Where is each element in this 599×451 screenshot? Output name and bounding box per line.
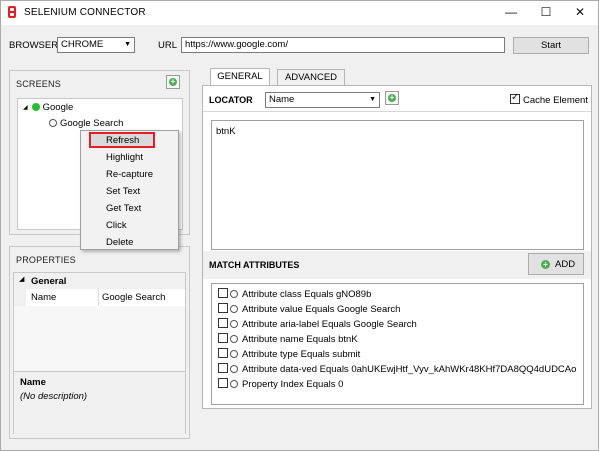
divider bbox=[203, 111, 591, 112]
add-attribute-label: ADD bbox=[555, 259, 576, 270]
radio-icon[interactable] bbox=[230, 380, 238, 388]
properties-panel: PROPERTIES ◢ General Name Google Search … bbox=[9, 246, 190, 439]
tree-item-google[interactable]: ◢ Google bbox=[23, 102, 73, 113]
props-row-margin bbox=[14, 289, 26, 306]
locator-type-select[interactable]: Name ▼ bbox=[265, 92, 380, 108]
window-title: SELENIUM CONNECTOR bbox=[24, 7, 146, 18]
properties-grid: ◢ General Name Google Search Name (No de… bbox=[13, 272, 186, 434]
menu-item-recapture[interactable]: Re-capture bbox=[106, 169, 153, 180]
attribute-text: Attribute class Equals gNO89b bbox=[242, 289, 372, 300]
props-row-name: Name bbox=[31, 292, 57, 303]
match-attributes-list: Attribute class Equals gNO89b Attribute … bbox=[211, 283, 584, 405]
tree-item-google-label: Google bbox=[42, 102, 74, 113]
tab-page-general: LOCATOR Name ▼ + Cache Element btnK MATC… bbox=[202, 85, 592, 409]
description-title: Name bbox=[20, 377, 46, 388]
cache-element-label: Cache Element bbox=[523, 95, 588, 106]
locator-value-textarea[interactable]: btnK bbox=[211, 120, 584, 250]
attribute-text: Attribute type Equals submit bbox=[242, 349, 361, 360]
menu-item-highlight[interactable]: Highlight bbox=[106, 152, 143, 163]
menu-item-get-text[interactable]: Get Text bbox=[106, 203, 141, 214]
menu-item-set-text[interactable]: Set Text bbox=[106, 186, 140, 197]
checkbox-icon[interactable] bbox=[218, 333, 228, 343]
url-input[interactable]: https://www.google.com/ bbox=[181, 37, 505, 53]
props-divider bbox=[98, 289, 99, 306]
start-button[interactable]: Start bbox=[513, 37, 589, 54]
add-icon: + bbox=[388, 93, 396, 102]
description-text: (No description) bbox=[20, 391, 88, 402]
checkbox-icon[interactable] bbox=[218, 348, 228, 358]
checkbox-icon[interactable] bbox=[218, 288, 228, 298]
properties-header: PROPERTIES bbox=[16, 255, 76, 265]
list-item[interactable]: Attribute data-ved Equals 0ahUKEwjHtf_Vy… bbox=[218, 363, 576, 375]
chevron-down-icon: ▼ bbox=[124, 41, 131, 48]
url-label: URL bbox=[158, 40, 178, 51]
expand-arrow-icon[interactable]: ◢ bbox=[23, 104, 28, 111]
radio-icon[interactable] bbox=[230, 305, 238, 313]
props-section-label: General bbox=[31, 276, 67, 287]
cache-element-checkbox[interactable]: Cache Element bbox=[510, 92, 588, 106]
checkbox-icon[interactable] bbox=[218, 378, 228, 388]
list-item[interactable]: Attribute value Equals Google Search bbox=[218, 303, 400, 315]
minimize-icon[interactable]: — bbox=[496, 1, 526, 23]
add-icon: + bbox=[541, 260, 550, 269]
tree-item-google-search[interactable]: Google Search bbox=[49, 118, 123, 129]
radio-icon[interactable] bbox=[230, 335, 238, 343]
browser-select-value: CHROME bbox=[61, 39, 104, 50]
app-window: SELENIUM CONNECTOR — ☐ ✕ BROWSER CHROME … bbox=[0, 0, 599, 451]
add-screen-button[interactable]: + bbox=[166, 75, 180, 89]
match-attributes-header-bar: MATCH ATTRIBUTES + ADD bbox=[203, 251, 591, 279]
status-dot-icon bbox=[31, 103, 40, 111]
context-menu: Refresh Highlight Re-capture Set Text Ge… bbox=[80, 130, 179, 250]
add-attribute-button[interactable]: + ADD bbox=[528, 253, 584, 275]
locator-label: LOCATOR bbox=[209, 95, 253, 105]
locator-value-text: btnK bbox=[216, 126, 236, 137]
menu-item-refresh[interactable]: Refresh bbox=[106, 135, 139, 146]
props-row[interactable]: Name Google Search bbox=[14, 289, 185, 306]
attribute-text: Attribute name Equals btnK bbox=[242, 334, 358, 345]
props-section-general[interactable]: ◢ General bbox=[14, 273, 185, 289]
list-item[interactable]: Property Index Equals 0 bbox=[218, 378, 343, 390]
description-area: Name (No description) bbox=[14, 372, 185, 434]
browser-label: BROWSER bbox=[9, 40, 59, 51]
add-locator-button[interactable]: + bbox=[385, 91, 399, 105]
add-icon: + bbox=[169, 77, 177, 86]
radio-icon[interactable] bbox=[230, 290, 238, 298]
maximize-icon[interactable]: ☐ bbox=[531, 1, 561, 23]
chevron-down-icon: ▼ bbox=[369, 96, 376, 103]
match-attributes-header: MATCH ATTRIBUTES bbox=[209, 260, 300, 270]
tree-item-google-search-label: Google Search bbox=[60, 118, 124, 129]
menu-item-click[interactable]: Click bbox=[106, 220, 127, 231]
tab-general[interactable]: GENERAL bbox=[210, 68, 270, 85]
attribute-text: Property Index Equals 0 bbox=[242, 379, 344, 390]
radio-icon bbox=[49, 119, 57, 127]
checkbox-icon[interactable] bbox=[218, 303, 228, 313]
props-empty-area bbox=[14, 306, 185, 371]
radio-icon[interactable] bbox=[230, 320, 238, 328]
tab-advanced[interactable]: ADVANCED bbox=[277, 69, 345, 85]
attribute-text: Attribute value Equals Google Search bbox=[242, 304, 401, 315]
attribute-text: Attribute aria-label Equals Google Searc… bbox=[242, 319, 417, 330]
browser-select[interactable]: CHROME ▼ bbox=[57, 37, 135, 53]
list-item[interactable]: Attribute class Equals gNO89b bbox=[218, 288, 371, 300]
collapse-arrow-icon[interactable]: ◢ bbox=[19, 275, 24, 283]
list-item[interactable]: Attribute aria-label Equals Google Searc… bbox=[218, 318, 417, 330]
menu-item-delete[interactable]: Delete bbox=[106, 237, 133, 248]
url-input-value: https://www.google.com/ bbox=[185, 39, 288, 50]
checkbox-icon[interactable] bbox=[218, 363, 228, 373]
title-bar[interactable]: SELENIUM CONNECTOR — ☐ ✕ bbox=[1, 1, 598, 25]
attribute-text: Attribute data-ved Equals 0ahUKEwjHtf_Vy… bbox=[242, 364, 577, 375]
radio-icon[interactable] bbox=[230, 365, 238, 373]
locator-type-value: Name bbox=[269, 94, 295, 105]
screens-header: SCREENS bbox=[16, 79, 61, 89]
checkbox-icon[interactable] bbox=[510, 92, 520, 104]
list-item[interactable]: Attribute name Equals btnK bbox=[218, 333, 358, 345]
checkbox-icon[interactable] bbox=[218, 318, 228, 328]
close-icon[interactable]: ✕ bbox=[565, 1, 595, 23]
props-row-value: Google Search bbox=[102, 292, 166, 303]
radio-icon[interactable] bbox=[230, 350, 238, 358]
selenium-logo-icon bbox=[8, 6, 16, 18]
list-item[interactable]: Attribute type Equals submit bbox=[218, 348, 360, 360]
